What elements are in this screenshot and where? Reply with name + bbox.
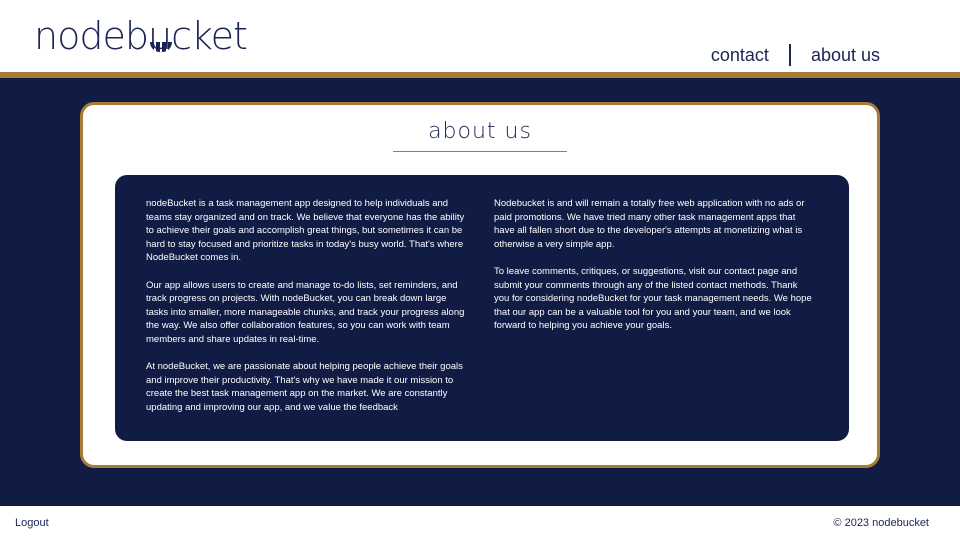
logo-text-left: nodeb [34,14,149,58]
paragraph: nodeBucket is a task management app desi… [146,198,465,264]
paragraph: To leave comments, critiques, or suggest… [494,265,812,332]
top-nav: contact about us [711,44,880,66]
nav-about-us-link[interactable]: about us [811,45,880,66]
title-underline [393,151,567,152]
nav-contact-link[interactable]: contact [711,45,769,66]
logout-link[interactable]: Logout [15,517,49,529]
page-title: about us [428,119,532,144]
main-content: about us nodeBucket is a task management… [0,78,960,506]
right-column: Nodebucket is and will remain a totally … [494,197,814,441]
nodebucket-logo[interactable]: nodebu cket [34,12,248,60]
about-card: about us nodeBucket is a task management… [80,102,880,468]
nav-divider [788,44,791,66]
header: nodebu cket contact about us [0,0,960,72]
copyright-text: © 2023 nodebucket [833,517,929,529]
logo-text-right: cket [171,14,248,58]
left-column: nodeBucket is a task management app desi… [146,197,466,441]
bucket-icon: u [148,12,172,60]
paragraph: Nodebucket is and will remain a totally … [494,198,805,250]
paragraph: Our app allows users to create and manag… [146,279,465,345]
about-text-panel: nodeBucket is a task management app desi… [115,175,849,441]
footer: Logout © 2023 nodebucket [0,506,960,540]
paragraph: At nodeBucket, we are passionate about h… [146,361,463,413]
